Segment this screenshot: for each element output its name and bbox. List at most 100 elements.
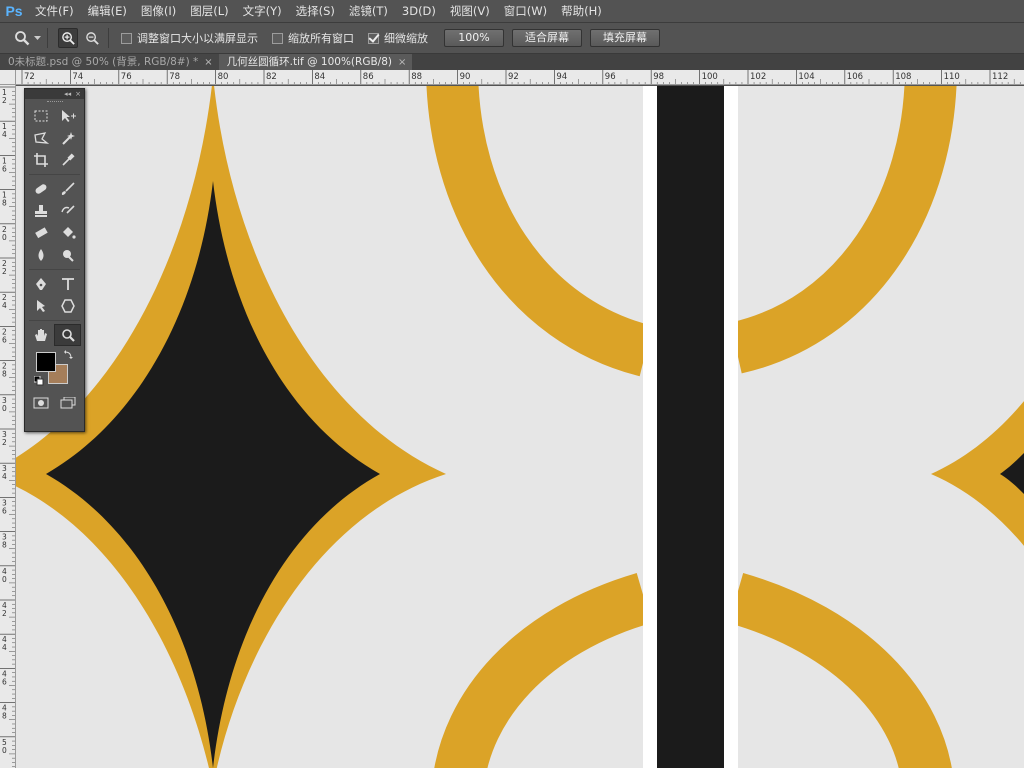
white-stripe-right xyxy=(724,86,738,768)
ruler-label: 100 xyxy=(702,72,718,82)
actual-pixels-button[interactable]: 100% xyxy=(444,29,504,47)
marquee-tool[interactable] xyxy=(28,105,55,127)
history-brush-tool[interactable] xyxy=(55,200,82,222)
eraser-tool[interactable] xyxy=(28,222,55,244)
menu-window[interactable]: 窗口(W) xyxy=(497,0,554,22)
quick-mask-icon xyxy=(33,397,49,409)
ruler-label: 112 xyxy=(992,72,1008,82)
ruler-label: 0 xyxy=(2,233,7,242)
zoom-out-button[interactable] xyxy=(82,28,102,48)
paint-bucket-icon xyxy=(62,227,76,239)
crop-tool[interactable] xyxy=(28,149,55,171)
menu-3d[interactable]: 3D(D) xyxy=(395,0,443,22)
fit-screen-button[interactable]: 适合屏幕 xyxy=(512,29,582,47)
scrubby-zoom-label: 细微缩放 xyxy=(384,32,428,45)
hand-icon xyxy=(35,329,48,341)
ruler-label: 2 xyxy=(2,267,7,276)
clone-stamp-tool[interactable] xyxy=(28,200,55,222)
ruler-origin[interactable] xyxy=(0,70,16,85)
type-tool[interactable] xyxy=(55,273,82,295)
divider xyxy=(47,28,48,48)
ruler-label: 110 xyxy=(944,72,960,82)
divider xyxy=(108,28,109,48)
close-icon[interactable]: × xyxy=(204,55,212,70)
menu-layer[interactable]: 图层(L) xyxy=(183,0,235,22)
path-selection-icon xyxy=(37,300,46,312)
collapse-icon[interactable]: ◂◂ xyxy=(64,90,71,98)
ruler-ticks: 1214161820222426283032343638404244464850 xyxy=(0,86,15,768)
menu-file[interactable]: 文件(F) xyxy=(28,0,81,22)
tools-panel[interactable]: ◂◂ × xyxy=(24,88,85,432)
paint-bucket-tool[interactable] xyxy=(55,222,82,244)
close-icon[interactable]: × xyxy=(398,55,406,70)
close-icon[interactable]: × xyxy=(75,90,81,98)
menu-edit[interactable]: 编辑(E) xyxy=(81,0,134,22)
ruler-label: 76 xyxy=(121,72,132,82)
ruler-label: 6 xyxy=(2,677,7,686)
menu-bar: Ps 文件(F) 编辑(E) 图像(I) 图层(L) 文字(Y) 选择(S) 滤… xyxy=(0,0,1024,22)
ruler-label: 8 xyxy=(2,370,7,379)
path-selection-tool[interactable] xyxy=(28,295,55,317)
menu-type[interactable]: 文字(Y) xyxy=(236,0,289,22)
fill-screen-button[interactable]: 填充屏幕 xyxy=(590,29,660,47)
vertical-ruler[interactable]: 1214161820222426283032343638404244464850 xyxy=(0,85,16,768)
ruler-label: 106 xyxy=(847,72,863,82)
zoom-tool[interactable] xyxy=(54,324,81,346)
ruler-label: 78 xyxy=(169,72,180,82)
brush-tool[interactable] xyxy=(55,178,82,200)
crop-icon xyxy=(34,153,49,167)
pen-icon xyxy=(36,278,47,290)
ruler-label: 90 xyxy=(460,72,471,82)
move-tool[interactable] xyxy=(55,105,82,127)
ruler-label: 108 xyxy=(895,72,911,82)
zoom-all-windows-label: 缩放所有窗口 xyxy=(288,32,354,45)
swap-colors-icon[interactable] xyxy=(63,350,73,360)
document-tab-bar: 0未标题.psd @ 50% (背景, RGB/8#) * × 几何丝圆循环.t… xyxy=(0,54,1024,70)
default-colors-icon[interactable] xyxy=(34,376,44,386)
tab-untitled-psd[interactable]: 0未标题.psd @ 50% (背景, RGB/8#) * × xyxy=(0,54,219,70)
zoom-all-windows-checkbox[interactable] xyxy=(272,32,283,44)
ruler-label: 98 xyxy=(653,72,664,82)
ruler-label: 74 xyxy=(72,72,83,82)
tool-preset-picker[interactable] xyxy=(14,30,41,46)
tab-geometric-tif[interactable]: 几何丝圆循环.tif @ 100%(RGB/8) × xyxy=(218,54,413,70)
ruler-label: 2 xyxy=(2,438,7,447)
healing-brush-tool[interactable] xyxy=(28,178,55,200)
lasso-icon xyxy=(34,132,50,144)
tools-panel-header[interactable]: ◂◂ × xyxy=(25,89,84,99)
lasso-tool[interactable] xyxy=(28,127,55,149)
canvas-artwork xyxy=(16,86,1024,768)
resize-windows-checkbox[interactable] xyxy=(121,32,132,44)
scrubby-zoom-checkbox[interactable] xyxy=(368,32,379,44)
zoom-all-windows-option[interactable]: 缩放所有窗口 xyxy=(272,30,354,46)
marquee-icon xyxy=(34,110,48,122)
eraser-icon xyxy=(35,227,48,239)
menu-view[interactable]: 视图(V) xyxy=(443,0,497,22)
ruler-ticks: 72 74 76 78 80 82 84 86 88 90 92 94 96 98 100 102 104 106… xyxy=(21,70,1021,84)
screen-mode-icon xyxy=(60,397,76,409)
quick-mask-button[interactable] xyxy=(28,392,55,414)
menu-image[interactable]: 图像(I) xyxy=(134,0,183,22)
zoom-in-button[interactable] xyxy=(58,28,78,48)
clone-stamp-icon xyxy=(35,205,48,217)
horizontal-ruler[interactable]: 72 74 76 78 80 82 84 86 88 90 92 94 96 98 100 102 104 106… xyxy=(16,70,1024,85)
dodge-tool[interactable] xyxy=(55,244,82,266)
white-stripe-left xyxy=(643,86,657,768)
ruler-label: 72 xyxy=(24,72,35,82)
foreground-color[interactable] xyxy=(36,352,56,372)
menu-help[interactable]: 帮助(H) xyxy=(554,0,609,22)
blur-tool[interactable] xyxy=(28,244,55,266)
type-icon xyxy=(61,278,74,290)
hand-tool[interactable] xyxy=(28,324,54,346)
eyedropper-icon xyxy=(62,153,75,166)
eyedropper-tool[interactable] xyxy=(55,149,82,171)
menu-select[interactable]: 选择(S) xyxy=(289,0,342,22)
pen-tool[interactable] xyxy=(28,273,55,295)
resize-windows-option[interactable]: 调整窗口大小以满屏显示 xyxy=(121,30,258,46)
menu-filter[interactable]: 滤镜(T) xyxy=(342,0,395,22)
magic-wand-tool[interactable] xyxy=(55,127,82,149)
shape-tool[interactable] xyxy=(55,295,82,317)
scrubby-zoom-option[interactable]: 细微缩放 xyxy=(368,30,428,46)
document-canvas[interactable] xyxy=(16,86,1024,768)
screen-mode-button[interactable] xyxy=(55,392,82,414)
